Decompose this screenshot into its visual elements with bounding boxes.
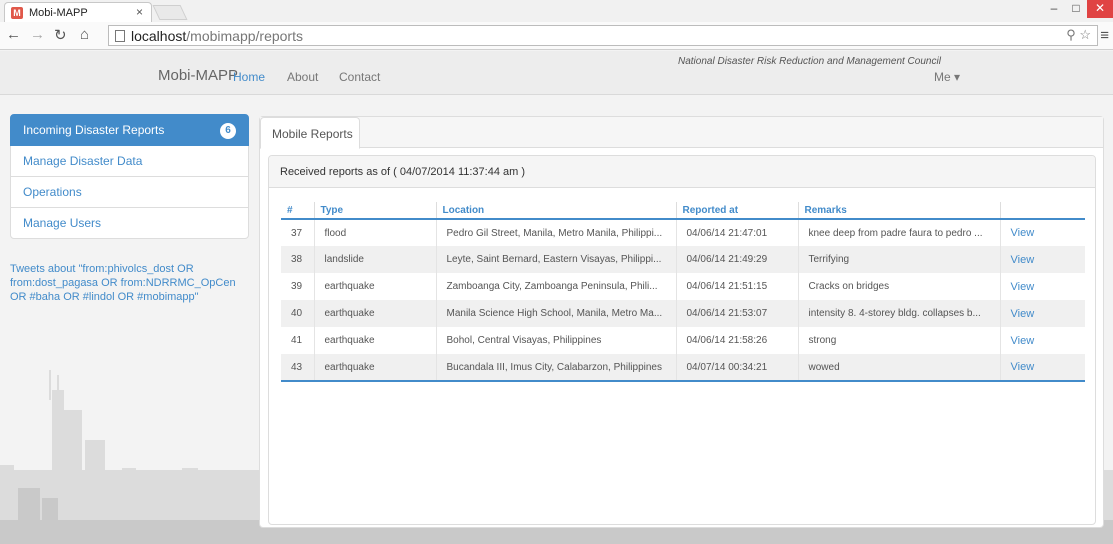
url-host: localhost [131,27,187,44]
page-icon [115,29,125,42]
window-controls: – □ ✕ [1043,0,1113,18]
cell-remarks: Cracks on bridges [798,273,1001,300]
col-type-header[interactable]: Type [314,202,437,220]
cell-type: earthquake [314,327,437,354]
view-link[interactable]: View [1000,219,1085,246]
sidebar: Incoming Disaster Reports 6 Manage Disas… [10,114,249,239]
reload-icon[interactable]: ↻ [54,26,67,44]
cell-remarks: knee deep from padre faura to pedro ... [798,219,1001,246]
sidebar-item-manage-users[interactable]: Manage Users [10,207,249,239]
new-tab-button[interactable] [152,5,188,20]
app-navbar: Mobi-MAPP Home About Contact National Di… [0,51,1113,95]
reports-table: # Type Location Reported at Remarks 37 f… [281,202,1085,382]
sidebar-item-label: Manage Users [23,216,102,230]
cell-id: 40 [281,300,315,327]
sidebar-item-manage-disaster-data[interactable]: Manage Disaster Data [10,145,249,177]
cell-type: earthquake [314,273,437,300]
window-close-icon[interactable]: ✕ [1087,0,1113,18]
nav-home[interactable]: Home [233,70,265,84]
table-row: 37 flood Pedro Gil Street, Manila, Metro… [281,219,1085,246]
col-remarks-header[interactable]: Remarks [798,202,1001,220]
nav-about[interactable]: About [287,70,318,84]
menu-icon[interactable]: ≡ [1100,27,1109,44]
cell-type: earthquake [314,300,437,327]
forward-icon[interactable]: → [30,26,45,43]
sidebar-item-label: Incoming Disaster Reports [23,123,165,137]
cell-location: Manila Science High School, Manila, Metr… [436,300,677,327]
sidebar-item-operations[interactable]: Operations [10,176,249,208]
cell-reported: 04/06/14 21:53:07 [676,300,799,327]
report-count-badge: 6 [220,123,236,139]
cell-location: Bohol, Central Visayas, Philippines [436,327,677,354]
favicon-icon: M [11,6,23,19]
browser-toolbar: ← → ↻ ⌂ localhost/mobimapp/reports ⚲ ☆ ≡ [0,22,1113,50]
cell-type: landslide [314,246,437,273]
back-icon[interactable]: ← [6,26,21,43]
cell-reported: 04/07/14 00:34:21 [676,354,799,382]
browser-tab[interactable]: M Mobi-MAPP × [4,2,152,22]
url-path: /mobimapp/reports [186,27,303,44]
brand[interactable]: Mobi-MAPP [158,67,238,84]
table-header-row: # Type Location Reported at Remarks [281,202,1085,220]
reports-panel: Received reports as of ( 04/07/2014 11:3… [268,155,1096,525]
table-row: 41 earthquake Bohol, Central Visayas, Ph… [281,327,1085,354]
col-id-header[interactable]: # [281,202,315,220]
cell-type: earthquake [314,354,437,382]
council-name: National Disaster Risk Reduction and Man… [678,56,941,67]
cell-location: Leyte, Saint Bernard, Eastern Visayas, P… [436,246,677,273]
cell-id: 39 [281,273,315,300]
table-row: 39 earthquake Zamboanga City, Zamboanga … [281,273,1085,300]
view-link[interactable]: View [1000,354,1085,382]
col-location-header[interactable]: Location [436,202,677,220]
cell-location: Pedro Gil Street, Manila, Metro Manila, … [436,219,677,246]
table-row: 43 earthquake Bucandala III, Imus City, … [281,354,1085,382]
view-link[interactable]: View [1000,273,1085,300]
tweets-link[interactable]: Tweets about "from:phivolcs_dost OR from… [10,262,250,304]
cell-remarks: intensity 8. 4-storey bldg. collapses b.… [798,300,1001,327]
received-timestamp: Received reports as of ( 04/07/2014 11:3… [269,156,1095,188]
cell-reported: 04/06/14 21:51:15 [676,273,799,300]
cell-type: flood [314,219,437,246]
cell-reported: 04/06/14 21:49:29 [676,246,799,273]
view-link[interactable]: View [1000,246,1085,273]
view-link[interactable]: View [1000,300,1085,327]
cell-reported: 04/06/14 21:58:26 [676,327,799,354]
tab-title: Mobi-MAPP [29,6,88,19]
sidebar-item-label: Manage Disaster Data [23,154,143,168]
nav-contact[interactable]: Contact [339,70,380,84]
cell-remarks: wowed [798,354,1001,382]
cell-id: 38 [281,246,315,273]
zoom-icon[interactable]: ⚲ [1066,27,1076,42]
tab-close-icon[interactable]: × [136,5,143,19]
col-reported-header[interactable]: Reported at [676,202,799,220]
view-link[interactable]: View [1000,327,1085,354]
bookmark-star-icon[interactable]: ☆ [1079,27,1091,42]
browser-tab-strip: M Mobi-MAPP × – □ ✕ [0,0,1113,22]
col-action-header [1000,202,1085,220]
cell-id: 37 [281,219,315,246]
home-icon[interactable]: ⌂ [80,26,89,43]
sidebar-item-incoming-reports[interactable]: Incoming Disaster Reports 6 [10,114,249,146]
cell-id: 41 [281,327,315,354]
tab-bar: Mobile Reports [260,117,1103,149]
cell-location: Zamboanga City, Zamboanga Peninsula, Phi… [436,273,677,300]
sidebar-item-label: Operations [23,185,82,199]
cell-id: 43 [281,354,315,382]
maximize-icon[interactable]: □ [1065,0,1087,18]
cell-remarks: strong [798,327,1001,354]
address-bar[interactable]: localhost/mobimapp/reports ⚲ ☆ [108,25,1098,46]
cell-reported: 04/06/14 21:47:01 [676,219,799,246]
minimize-icon[interactable]: – [1043,0,1065,18]
cell-location: Bucandala III, Imus City, Calabarzon, Ph… [436,354,677,382]
user-menu[interactable]: Me ▾ [934,70,960,84]
table-row: 38 landslide Leyte, Saint Bernard, Easte… [281,246,1085,273]
table-row: 40 earthquake Manila Science High School… [281,300,1085,327]
tab-mobile-reports[interactable]: Mobile Reports [260,117,360,149]
cell-remarks: Terrifying [798,246,1001,273]
main-panel: Mobile Reports Received reports as of ( … [259,116,1104,528]
